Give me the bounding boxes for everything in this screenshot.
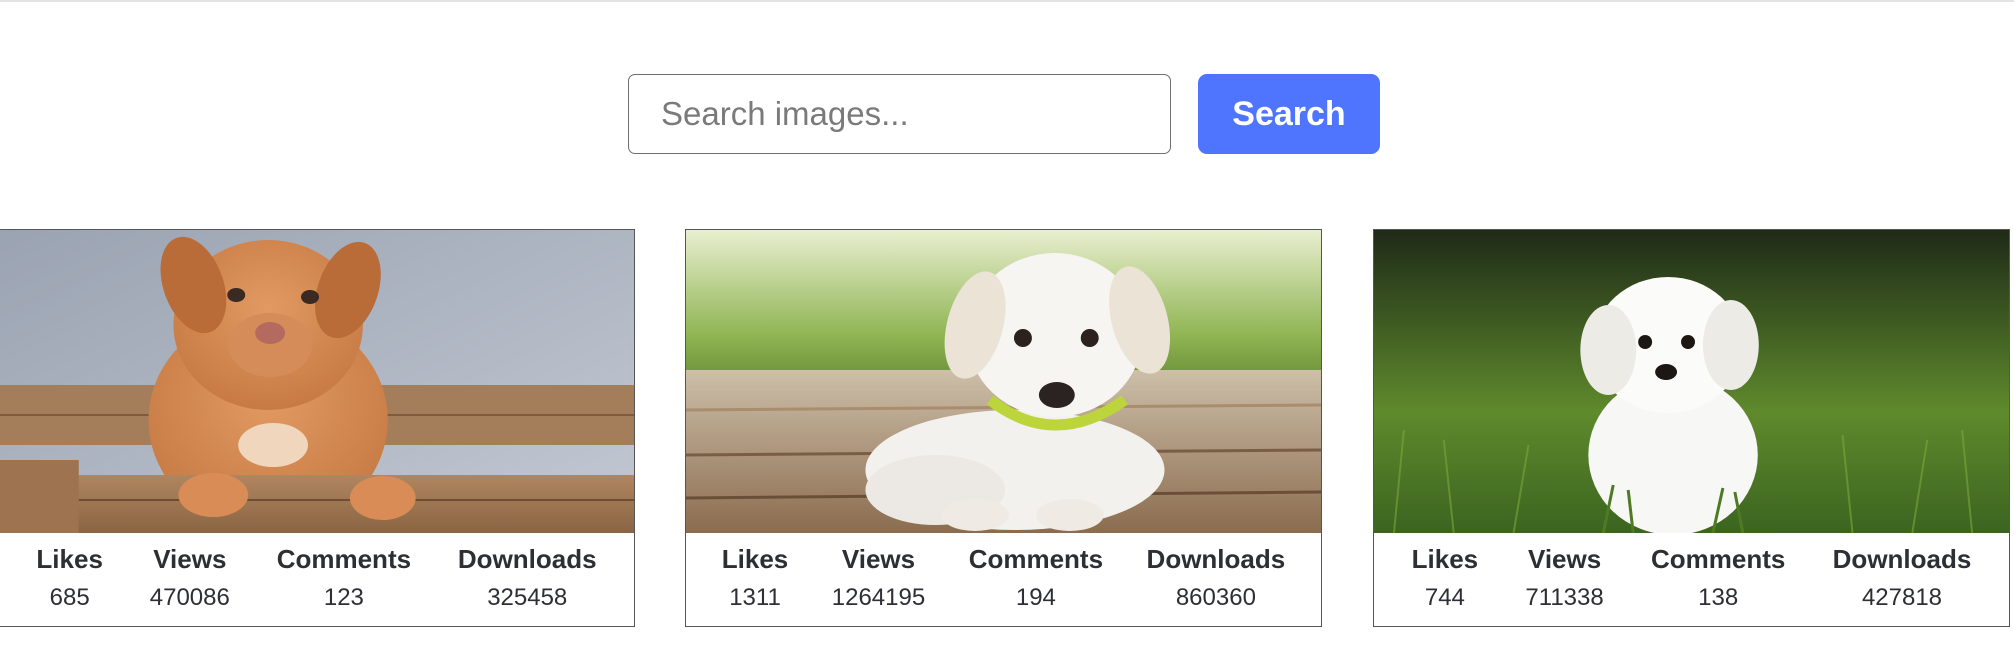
card-stats: Likes 744 Views 711338 Comments 138 Down… [1374, 541, 2009, 619]
stat-likes: Likes 685 [36, 541, 103, 619]
stat-label: Views [841, 544, 916, 574]
stat-value: 711338 [1525, 584, 1604, 611]
card-stats: Likes 685 Views 470086 Comments 123 Down… [0, 541, 634, 619]
stat-views: Views 470086 [150, 541, 230, 619]
stat-downloads: Downloads 860360 [1147, 541, 1286, 619]
stat-comments: Comments 138 [1651, 541, 1785, 619]
stat-views: Views 711338 [1525, 541, 1603, 619]
white-fluffy-puppy-image [1374, 230, 2009, 533]
stat-value: 744 [1424, 584, 1465, 611]
stat-comments: Comments 194 [969, 541, 1103, 619]
stat-value: 1264195 [831, 584, 926, 611]
stat-value: 325458 [487, 584, 568, 611]
stat-comments: Comments 123 [277, 541, 411, 619]
stat-label: Views [153, 544, 227, 574]
stat-label: Views [1527, 544, 1602, 574]
stat-likes: Likes 744 [1412, 541, 1479, 619]
stat-label: Downloads [1832, 544, 1972, 574]
stat-value: 194 [1015, 584, 1056, 611]
top-divider [0, 0, 2014, 2]
stat-value: 1311 [729, 584, 781, 611]
card-image-puppy-grass[interactable] [1374, 230, 2009, 533]
stat-label: Comments [276, 544, 412, 574]
image-card[interactable]: Likes 1311 Views 1264195 Comments 194 Do… [685, 229, 1322, 627]
stat-downloads: Downloads 325458 [458, 541, 597, 619]
search-form: Search [628, 74, 1380, 154]
stat-value: 427818 [1861, 584, 1943, 611]
white-puppy-deck-image [686, 230, 1321, 533]
search-button[interactable]: Search [1198, 74, 1380, 154]
stat-label: Likes [721, 544, 789, 574]
image-card[interactable]: Likes 685 Views 470086 Comments 123 Down… [0, 229, 635, 627]
stat-value: 123 [323, 584, 364, 611]
orange-puppy-image [0, 230, 634, 533]
stat-value: 685 [49, 584, 90, 611]
image-card[interactable]: Likes 744 Views 711338 Comments 138 Down… [1373, 229, 2010, 627]
stat-label: Downloads [1146, 544, 1286, 574]
stat-label: Comments [968, 544, 1104, 574]
stat-value: 860360 [1175, 584, 1256, 611]
stat-value: 470086 [149, 584, 230, 611]
stat-downloads: Downloads 427818 [1833, 541, 1972, 619]
search-input[interactable] [628, 74, 1171, 154]
stat-likes: Likes 1311 [722, 541, 789, 619]
card-image-puppy-deck[interactable] [686, 230, 1321, 533]
stat-views: Views 1264195 [832, 541, 925, 619]
card-stats: Likes 1311 Views 1264195 Comments 194 Do… [686, 541, 1321, 619]
stat-label: Likes [36, 544, 103, 574]
stat-label: Likes [1411, 544, 1479, 574]
stat-label: Downloads [457, 544, 597, 574]
stat-label: Comments [1651, 544, 1786, 574]
stat-value: 138 [1698, 584, 1739, 611]
card-image-puppy-crate[interactable] [0, 230, 634, 533]
